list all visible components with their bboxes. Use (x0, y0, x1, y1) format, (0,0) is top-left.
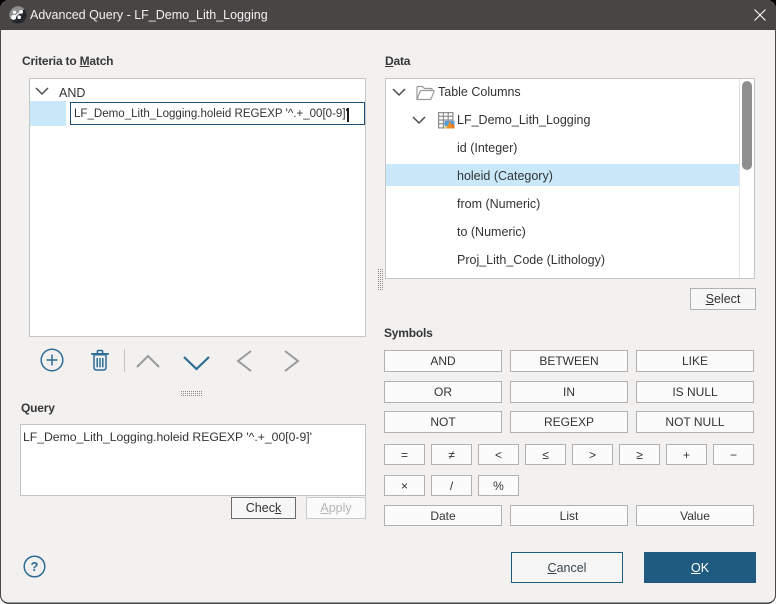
svg-text:?: ? (31, 559, 39, 574)
